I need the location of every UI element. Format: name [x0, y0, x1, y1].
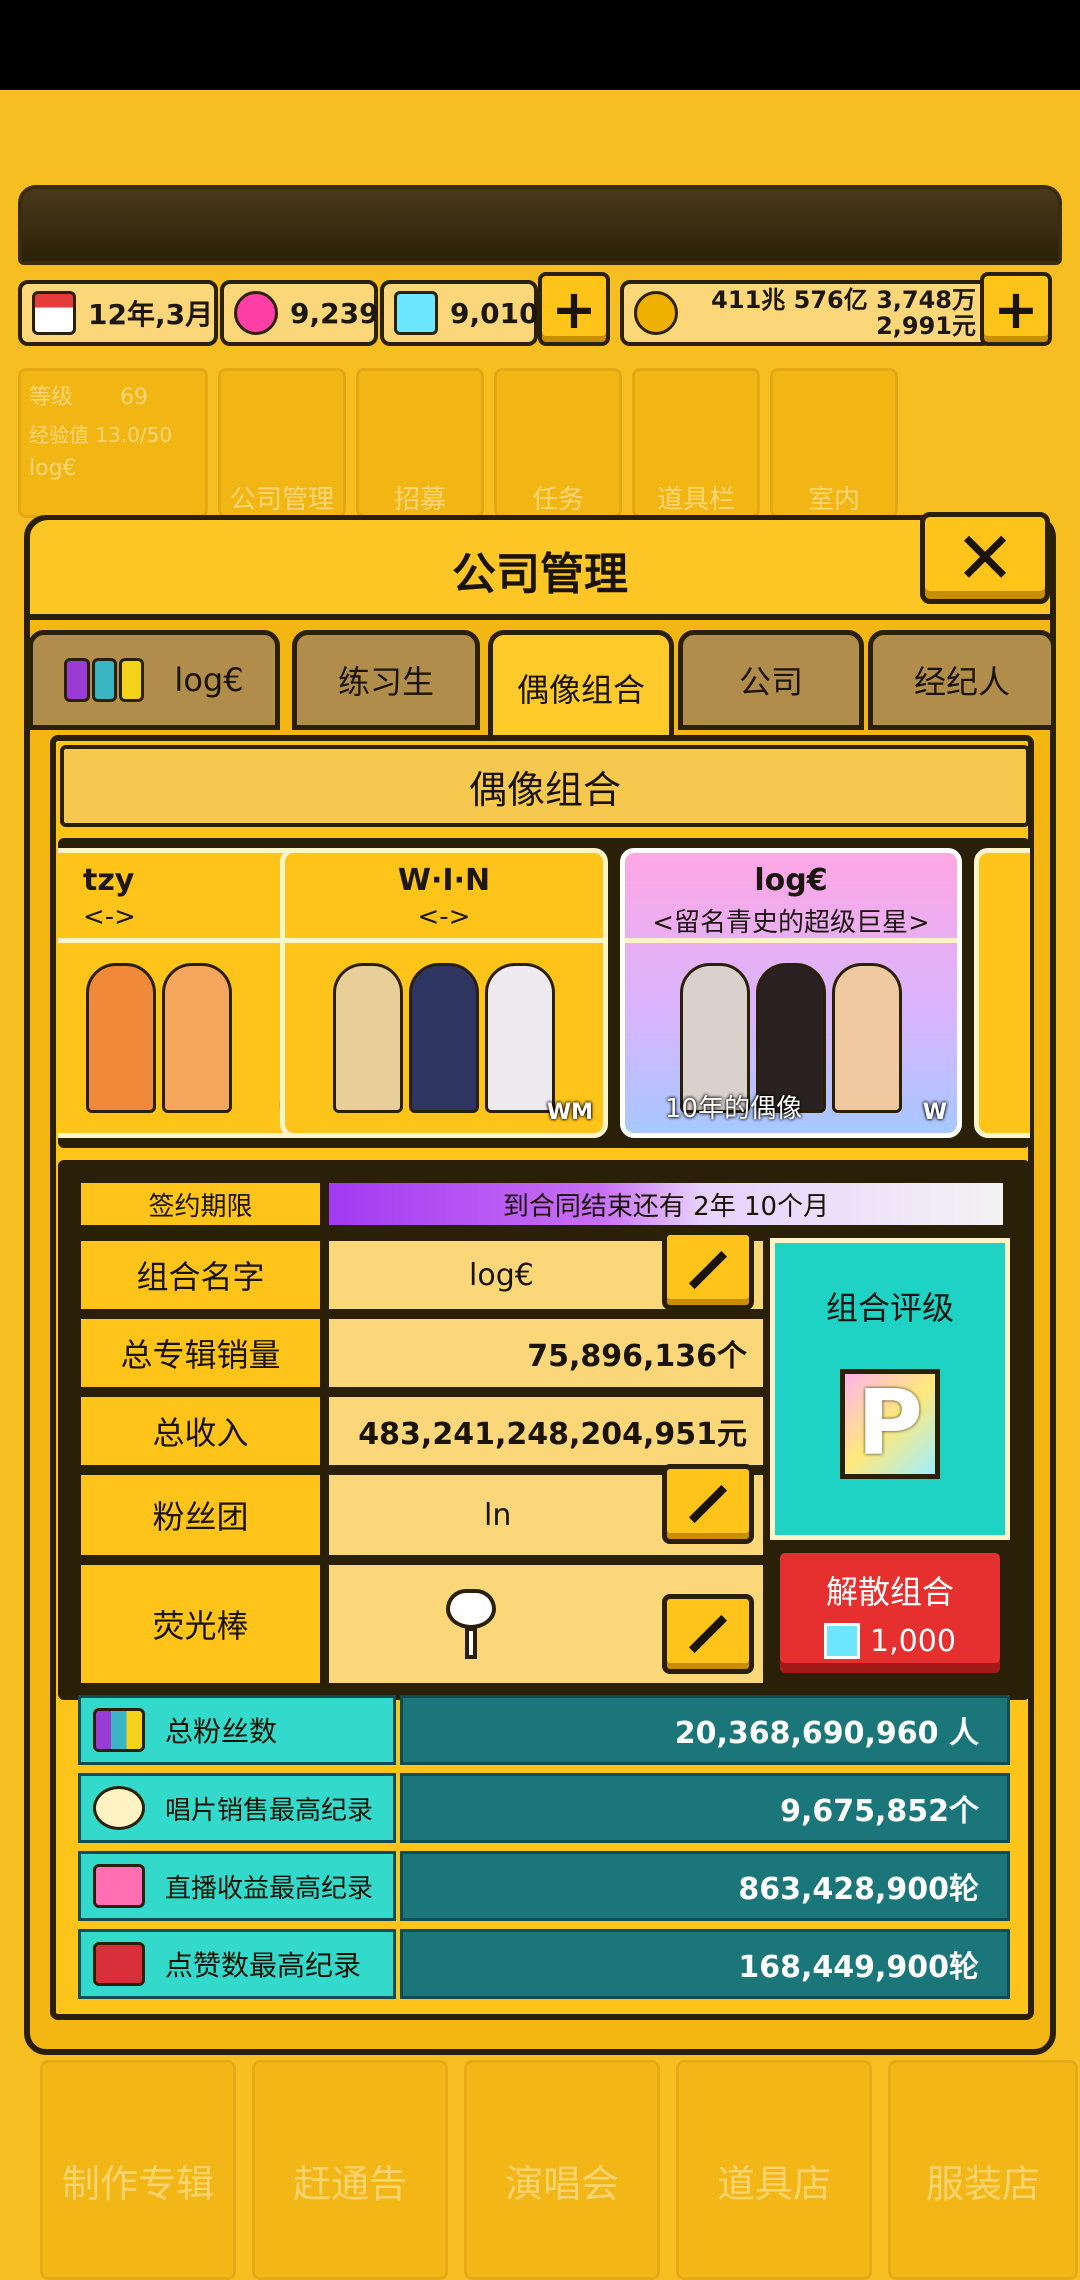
date-text: 12年,3月: [88, 298, 214, 331]
nav-concert: 演唱会: [464, 2060, 660, 2280]
pink-gem-icon: [234, 291, 278, 335]
background-menu: 等级 69 经验值 13.0/50 log€ 公司管理 招募 任务 道具栏 室内: [18, 368, 1062, 518]
group-card-sub: <->: [417, 902, 471, 932]
group-members-icon: [93, 1708, 145, 1752]
tab-trainees[interactable]: 练习生: [292, 630, 480, 730]
dialog-title: 公司管理: [452, 549, 628, 600]
contract-progress-bar: 到合同结束还有 2年 10个月: [326, 1180, 1006, 1228]
level-box: 等级 69 经验值 13.0/50 log€: [18, 368, 208, 518]
group-carousel[interactable]: tzy <-> W W·I·N <-> WM log€ <留名青史的超级巨星>: [58, 838, 1030, 1148]
disband-cost: 1,000: [870, 1623, 956, 1659]
stat-row-stream-income: 直播收益最高纪录 863,428,900轮: [78, 1851, 1010, 1921]
album-sales-value: 75,896,136个: [326, 1316, 766, 1390]
coin-icon: [634, 291, 678, 335]
group-card-tag: WM: [546, 1100, 593, 1125]
edit-fanclub-button[interactable]: [662, 1464, 754, 1544]
group-card[interactable]: W·I·N <-> WM: [280, 848, 608, 1138]
contract-label: 签约期限: [78, 1180, 323, 1228]
lightstick-label: 荧光棒: [78, 1562, 323, 1686]
stat-label: 直播收益最高纪录: [165, 1873, 374, 1904]
stat-label: 总粉丝数: [165, 1715, 278, 1748]
stat-value: 20,368,690,960 人: [400, 1695, 1010, 1765]
disband-group-button[interactable]: 解散组合 1,000: [775, 1548, 1005, 1678]
tab-group-name-label: log€: [174, 661, 244, 699]
add-gems-button[interactable]: +: [538, 272, 610, 346]
date-display: 12年,3月: [18, 280, 218, 346]
pencil-icon: [688, 1484, 728, 1524]
stat-value: 168,449,900轮: [400, 1929, 1010, 1999]
stat-row-likes: 点赞数最高纪录 168,449,900轮: [78, 1929, 1010, 1999]
group-members-icon: [64, 658, 145, 702]
lightstick-icon: [446, 1589, 496, 1659]
blue-gem-icon: [394, 291, 438, 335]
group-card-badge: 10年的偶像: [665, 1094, 803, 1124]
group-name-label: 组合名字: [78, 1238, 323, 1312]
calendar-icon: [32, 291, 76, 335]
tab-idol-groups[interactable]: 偶像组合: [488, 630, 674, 740]
video-play-icon: [93, 1942, 145, 1986]
group-card-name: log€: [754, 863, 828, 898]
group-card-tag: W: [922, 1100, 947, 1125]
menu-interior: 室内: [770, 368, 898, 518]
pencil-icon: [688, 1614, 728, 1654]
section-title: 偶像组合: [60, 745, 1030, 827]
money-line1: 411兆 576亿 3,748万: [711, 285, 976, 314]
stat-row-record-sales: 唱片销售最高纪录 9,675,852个: [78, 1773, 1010, 1843]
group-card-selected[interactable]: log€ <留名青史的超级巨星> 10年的偶像 W: [620, 848, 962, 1138]
nav-item-shop: 道具店: [676, 2060, 872, 2280]
nav-make-album: 制作专辑: [40, 2060, 236, 2280]
stat-row-total-fans: 总粉丝数 20,368,690,960 人: [78, 1695, 1010, 1765]
menu-recruit: 招募: [356, 368, 484, 518]
tab-group-name[interactable]: log€: [28, 630, 280, 730]
menu-inventory: 道具栏: [632, 368, 760, 518]
level-label: 等级: [29, 385, 74, 410]
rating-label: 组合评级: [825, 1289, 954, 1327]
group-card-sub: <留名青史的超级巨星>: [652, 908, 930, 938]
stat-value: 9,675,852个: [400, 1773, 1010, 1843]
pencil-icon: [688, 1250, 728, 1290]
stat-value: 863,428,900轮: [400, 1851, 1010, 1921]
tab-agents[interactable]: 经纪人: [868, 630, 1056, 730]
edit-lightstick-button[interactable]: [662, 1594, 754, 1674]
background-group-name: log€: [29, 456, 77, 481]
stat-label: 唱片销售最高纪录: [165, 1795, 374, 1826]
money-line2: 2,991元: [876, 312, 976, 340]
menu-company-management: 公司管理: [218, 368, 346, 518]
resource-bar: 12年,3月 9,239 9,010 + 411兆 576亿 3,748万 2,…: [18, 272, 1062, 350]
group-portrait: [305, 963, 583, 1113]
edit-group-name-button[interactable]: [662, 1230, 754, 1310]
nav-schedule: 赶通告: [252, 2060, 448, 2280]
status-bar: [0, 0, 1080, 90]
level-value: 69: [120, 385, 149, 410]
music-note-icon: [93, 1864, 145, 1908]
income-value: 483,241,248,204,951元: [326, 1394, 766, 1468]
header-band: [18, 185, 1062, 265]
money-display: 411兆 576亿 3,748万 2,991元: [620, 280, 992, 346]
group-portrait: [58, 963, 295, 1113]
group-card-name: W·I·N: [397, 863, 491, 898]
fanclub-label: 粉丝团: [78, 1472, 323, 1558]
contract-text: 到合同结束还有 2年 10个月: [502, 1191, 830, 1222]
group-rating-panel: 组合评级 P: [770, 1238, 1010, 1540]
pink-gem-display: 9,239: [220, 280, 379, 346]
rating-letter: P: [840, 1369, 940, 1479]
disc-icon: [93, 1786, 145, 1830]
income-label: 总收入: [78, 1394, 323, 1468]
menu-tasks: 任务: [494, 368, 622, 518]
blue-gem-count: 9,010: [450, 296, 539, 330]
add-money-button[interactable]: +: [980, 272, 1052, 346]
close-button[interactable]: ✕: [920, 512, 1050, 604]
exp-label: 经验值 13.0/50: [29, 423, 173, 447]
group-card[interactable]: [974, 848, 1030, 1138]
blue-gem-display: 9,010: [380, 280, 539, 346]
album-sales-label: 总专辑销量: [78, 1316, 323, 1390]
blue-gem-icon: [824, 1623, 861, 1659]
disband-label: 解散组合: [825, 1573, 954, 1611]
nav-clothing-shop: 服装店: [888, 2060, 1078, 2280]
stat-label: 点赞数最高纪录: [165, 1949, 362, 1982]
pink-gem-count: 9,239: [290, 296, 379, 330]
bottom-nav: 制作专辑 赶通告 演唱会 道具店 服装店: [40, 2060, 1080, 2280]
tab-company[interactable]: 公司: [678, 630, 864, 730]
